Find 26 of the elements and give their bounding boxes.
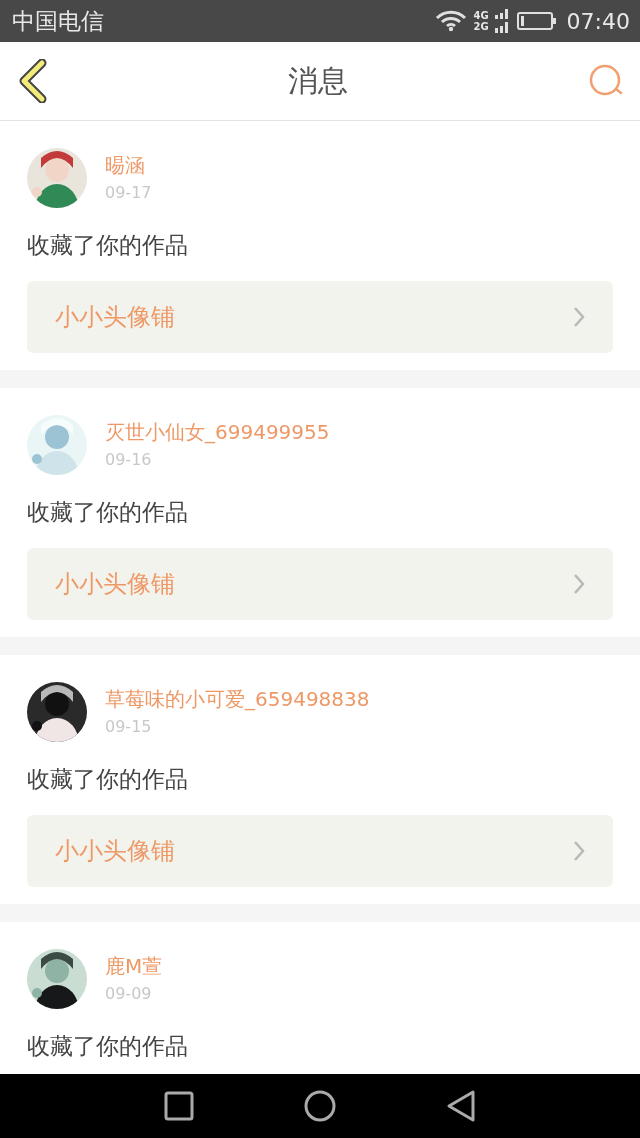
work-link[interactable]: 小小头像铺 (27, 281, 613, 353)
wifi-icon (435, 10, 468, 32)
chevron-icon (573, 306, 585, 328)
message-text: 收藏了你的作品 (27, 1032, 189, 1061)
user-name[interactable]: 灭世小仙女_699499955 (105, 419, 330, 446)
network-type: 2G (473, 21, 489, 32)
work-link[interactable]: 小小头像铺 (27, 815, 613, 887)
battery-icon (516, 11, 557, 31)
user-name[interactable]: 鹿M萱 (105, 953, 163, 980)
page-title: 消息 (288, 61, 348, 100)
carrier-name: 中国电信 (12, 6, 104, 36)
user-name[interactable]: 晹涵 (105, 152, 152, 179)
home-icon[interactable] (304, 1090, 336, 1122)
network-type: 4G (473, 10, 489, 21)
clock: 07:40 (566, 8, 630, 34)
chevron-icon (573, 573, 585, 595)
work-link[interactable]: 小小头像铺 (27, 548, 613, 620)
user-name[interactable]: 草莓味的小可爱_659498838 (105, 686, 370, 713)
recent-apps-icon[interactable] (164, 1091, 194, 1121)
message-text: 收藏了你的作品 (27, 765, 189, 794)
message-text: 收藏了你的作品 (27, 231, 189, 260)
signal-icon (494, 8, 511, 34)
back-icon[interactable] (446, 1089, 476, 1123)
message-text: 收藏了你的作品 (27, 498, 189, 527)
back-icon[interactable] (18, 59, 48, 103)
chevron-icon (573, 840, 585, 862)
